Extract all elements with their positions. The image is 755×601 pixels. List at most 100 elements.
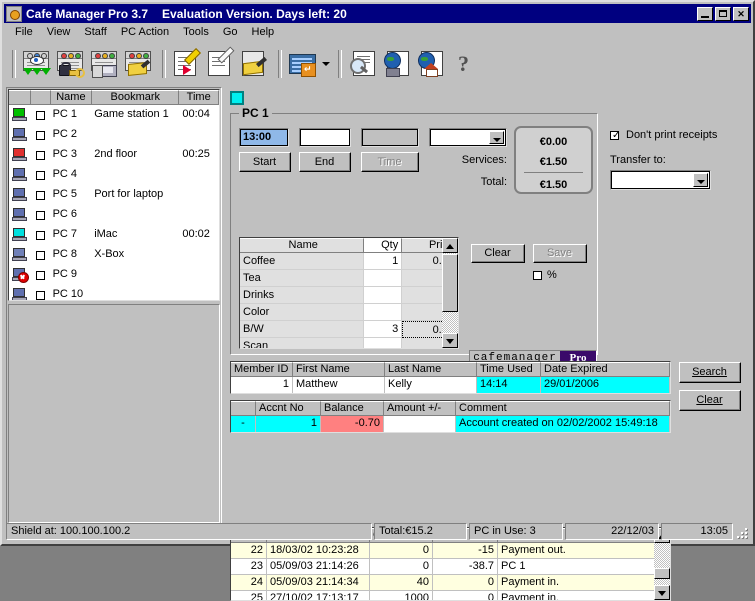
- services-scroll-thumb[interactable]: [442, 254, 458, 312]
- pc-row-checkbox[interactable]: [31, 245, 51, 265]
- service-qty-cell[interactable]: [364, 287, 403, 304]
- internet-home-icon[interactable]: [415, 49, 447, 79]
- member-last-name-cell[interactable]: Kelly: [385, 377, 477, 393]
- account-no-cell[interactable]: 1: [256, 416, 321, 432]
- menu-item-help[interactable]: Help: [245, 24, 282, 40]
- pc-time-cell[interactable]: [179, 285, 219, 300]
- pc-bookmark-cell[interactable]: [92, 125, 179, 145]
- account-col-no[interactable]: Accnt No: [256, 401, 321, 416]
- pc-status-icon[interactable]: [9, 125, 31, 145]
- service-name-cell[interactable]: Color: [240, 304, 365, 321]
- pc-bookmark-cell[interactable]: [92, 165, 179, 185]
- member-col-first[interactable]: First Name: [293, 362, 385, 377]
- menu-item-tools[interactable]: Tools: [176, 24, 216, 40]
- table-row[interactable]: Drinks: [240, 287, 458, 304]
- account-grid[interactable]: Accnt No Balance Amount +/- Comment - 1 …: [230, 400, 671, 433]
- pc-bookmark-cell[interactable]: [92, 285, 179, 300]
- dont-print-receipts-group[interactable]: ✓ Don't print receipts: [610, 129, 717, 141]
- table-row[interactable]: 23 05/09/03 21:14:26 0 -38.7 PC 1: [231, 559, 670, 575]
- pc-time-cell[interactable]: 00:02: [179, 225, 219, 245]
- menu-item-staff[interactable]: Staff: [77, 24, 113, 40]
- transaction-date-cell[interactable]: 05/09/03 21:14:34: [267, 575, 370, 591]
- transaction-no-cell[interactable]: 24: [231, 575, 267, 591]
- account-col-amount[interactable]: Amount +/-: [384, 401, 456, 416]
- table-row[interactable]: PC 5 Port for laptop: [9, 185, 219, 205]
- member-id-cell[interactable]: 1: [231, 377, 293, 393]
- pc-bookmark-cell[interactable]: Port for laptop: [92, 185, 179, 205]
- pc-name-cell[interactable]: PC 2: [51, 125, 93, 145]
- pc-row-checkbox[interactable]: [31, 225, 51, 245]
- menu-item-go[interactable]: Go: [216, 24, 245, 40]
- session-type-combo[interactable]: [429, 128, 507, 147]
- pc-name-cell[interactable]: PC 10: [51, 285, 93, 300]
- note-pen-icon[interactable]: [239, 49, 271, 79]
- scroll-up-icon[interactable]: [442, 238, 458, 253]
- menu-item-pc-action[interactable]: PC Action: [114, 24, 176, 40]
- member-col-time-used[interactable]: Time Used: [477, 362, 541, 377]
- lock-station-icon[interactable]: [55, 49, 87, 79]
- table-row[interactable]: B/W30.60: [240, 321, 458, 338]
- pc-bookmark-cell[interactable]: iMac: [92, 225, 179, 245]
- new-document-icon[interactable]: [205, 46, 237, 79]
- maximize-button[interactable]: [715, 6, 731, 21]
- table-row[interactable]: PC 7 iMac 00:02: [9, 225, 219, 245]
- account-marker-cell[interactable]: -: [231, 416, 256, 432]
- transaction-no-cell[interactable]: 23: [231, 559, 267, 575]
- pc-time-cell[interactable]: [179, 205, 219, 225]
- transaction-credit-cell[interactable]: 40: [370, 575, 433, 591]
- table-row[interactable]: 25 27/10/02 17:13:17 1000 0 Payment in.: [231, 591, 670, 600]
- transaction-details-cell[interactable]: Payment in.: [498, 591, 655, 600]
- member-row[interactable]: 1 Matthew Kelly 14:14 29/01/2006: [231, 377, 670, 393]
- percent-checkbox[interactable]: [533, 270, 542, 280]
- transaction-details-cell[interactable]: PC 1: [498, 559, 655, 575]
- scroll-down-icon[interactable]: [654, 585, 670, 600]
- pc-time-cell[interactable]: [179, 165, 219, 185]
- service-name-cell[interactable]: Tea: [240, 270, 365, 287]
- transaction-credit-cell[interactable]: 0: [370, 559, 433, 575]
- service-name-cell[interactable]: B/W: [240, 321, 365, 338]
- pc-name-cell[interactable]: PC 3: [51, 145, 93, 165]
- percent-checkbox-group[interactable]: %: [533, 269, 557, 281]
- close-button[interactable]: ✕: [733, 6, 749, 21]
- edit-document-icon[interactable]: [171, 48, 203, 79]
- pc-name-cell[interactable]: PC 5: [51, 185, 93, 205]
- pc-status-icon[interactable]: [9, 285, 31, 300]
- station-note-icon[interactable]: [123, 49, 155, 79]
- pc-row-checkbox[interactable]: [31, 265, 51, 285]
- pc-time-cell[interactable]: [179, 265, 219, 285]
- clear-services-button[interactable]: Clear: [471, 244, 525, 263]
- pc-name-cell[interactable]: PC 4: [51, 165, 93, 185]
- pc-row-checkbox[interactable]: [31, 145, 51, 165]
- menu-item-view[interactable]: View: [40, 24, 78, 40]
- transaction-date-cell[interactable]: 05/09/03 21:14:26: [267, 559, 370, 575]
- pc-time-cell[interactable]: [179, 185, 219, 205]
- pc-bookmark-cell[interactable]: [92, 265, 179, 285]
- pc-status-icon[interactable]: [9, 105, 31, 125]
- dont-print-receipts-checkbox[interactable]: ✓: [610, 130, 620, 140]
- table-row[interactable]: 24 05/09/03 21:14:34 40 0 Payment in.: [231, 575, 670, 591]
- table-row[interactable]: PC 10: [9, 285, 219, 300]
- monitor-view-icon[interactable]: [21, 49, 53, 79]
- pc-name-cell[interactable]: PC 8: [51, 245, 93, 265]
- member-time-used-cell[interactable]: 14:14: [477, 377, 541, 393]
- transaction-debit-cell[interactable]: 0: [433, 591, 498, 600]
- transaction-credit-cell[interactable]: 0: [370, 543, 433, 559]
- member-col-id[interactable]: Member ID: [231, 362, 293, 377]
- table-row[interactable]: PC 6: [9, 205, 219, 225]
- pc-status-icon[interactable]: [9, 265, 31, 285]
- end-time-field[interactable]: [299, 128, 351, 147]
- pc-name-cell[interactable]: PC 1: [51, 105, 93, 125]
- service-qty-cell[interactable]: [364, 304, 403, 321]
- account-col-marker[interactable]: [231, 401, 256, 416]
- help-question-icon[interactable]: ?: [449, 49, 481, 79]
- account-col-balance[interactable]: Balance: [321, 401, 384, 416]
- member-clear-button[interactable]: Clear: [679, 390, 741, 411]
- pc-status-icon[interactable]: [9, 245, 31, 265]
- account-balance-cell[interactable]: -0.70: [321, 416, 384, 432]
- internet-document-icon[interactable]: [381, 49, 413, 79]
- account-amount-cell[interactable]: [384, 416, 456, 432]
- pc-name-cell[interactable]: PC 7: [51, 225, 93, 245]
- pc-row-checkbox[interactable]: [31, 125, 51, 145]
- table-row[interactable]: PC 9: [9, 265, 219, 285]
- transaction-details-cell[interactable]: Payment in.: [498, 575, 655, 591]
